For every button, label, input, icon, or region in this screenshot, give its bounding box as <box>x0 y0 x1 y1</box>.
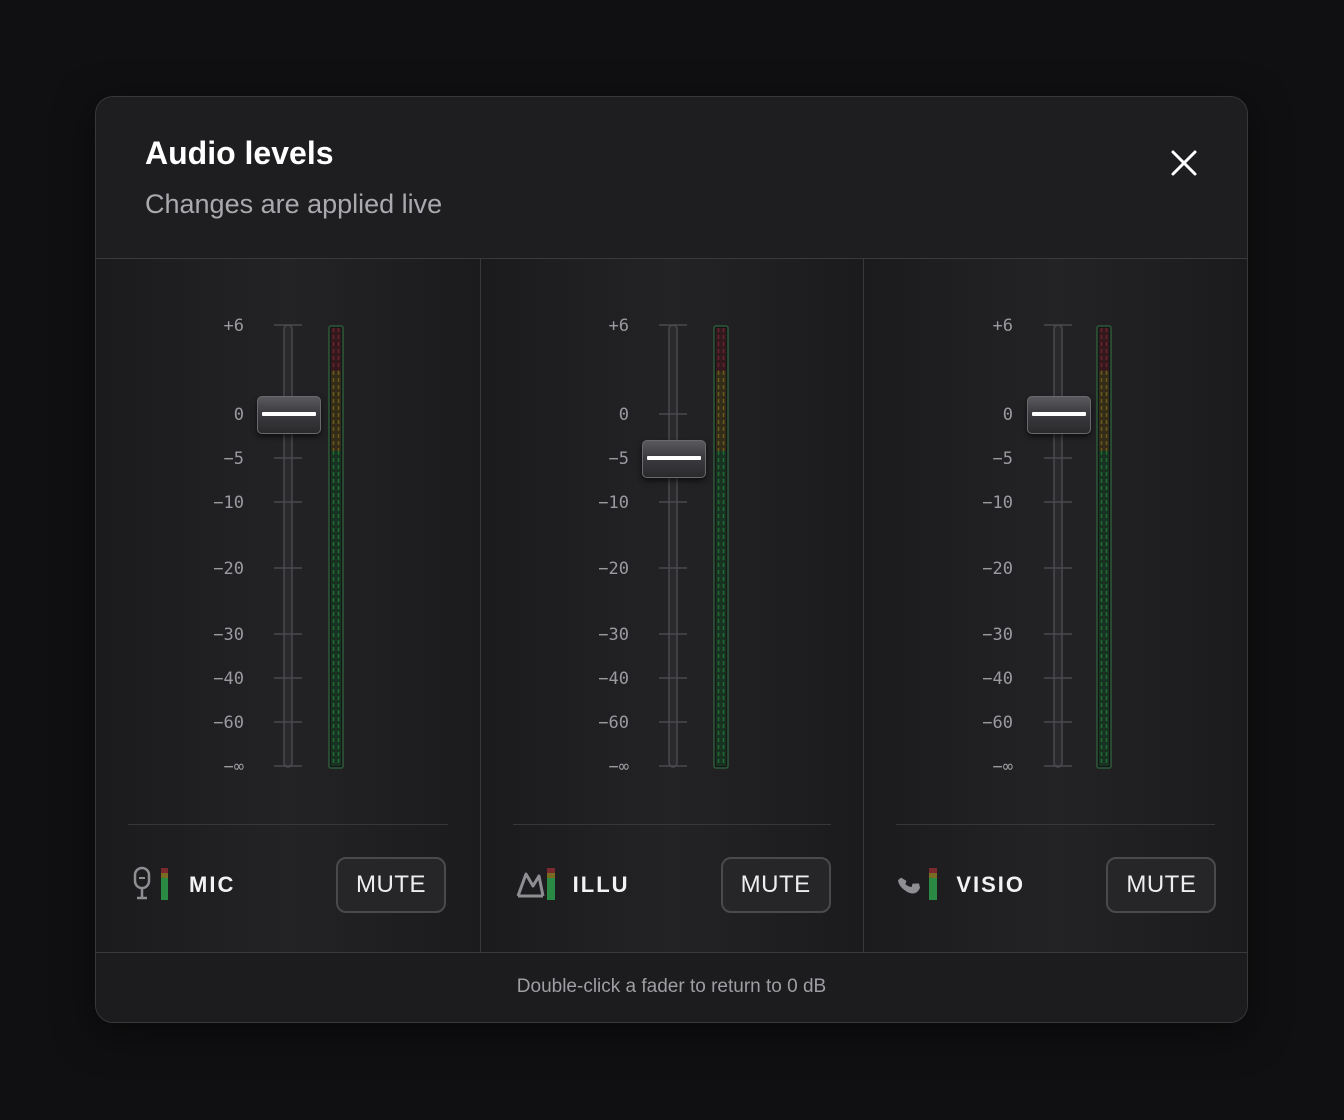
meter-segment <box>331 451 341 766</box>
channel-strip-illu: +6 0 −5 −10 −20 −30 −40 −60 −∞ ILLU MUTE <box>479 259 864 952</box>
meter-segment <box>331 371 341 451</box>
scale-label: −60 <box>598 713 629 733</box>
scale-label: −30 <box>598 625 629 645</box>
fader-track[interactable] <box>667 324 678 768</box>
channel-strip-visio: +6 0 −5 −10 −20 −30 −40 −60 −∞ VISIO MUTE <box>863 259 1247 952</box>
scale-label: −5 <box>608 449 628 469</box>
scale-label: −5 <box>993 449 1013 469</box>
meter-segment <box>1099 371 1110 451</box>
dialog-title: Audio levels <box>145 135 334 171</box>
scale-label: −30 <box>983 625 1014 645</box>
scale-label: +6 <box>224 316 244 336</box>
dialog-header: Audio levels Changes are applied live <box>96 97 1247 259</box>
scale-label: −60 <box>213 713 244 733</box>
scale-label: −40 <box>598 669 629 689</box>
mute-button-illu[interactable]: MUTE <box>720 857 831 913</box>
scale-label: −40 <box>213 669 244 689</box>
scale-label: −30 <box>213 625 244 645</box>
scale-label: −∞ <box>993 757 1013 777</box>
meter-segment <box>331 328 341 371</box>
channel-label: MIC <box>189 872 236 897</box>
scale-label: −60 <box>983 713 1014 733</box>
channel-strips: +6 0 −5 −10 −20 −30 −40 −60 −∞ MIC MUTE +6 0 −5 −10… <box>96 259 1247 952</box>
scale-label: −∞ <box>608 757 628 777</box>
scale-label: −20 <box>598 559 629 579</box>
mute-button-visio[interactable]: MUTE <box>1106 857 1217 913</box>
fader-track[interactable] <box>283 324 293 768</box>
fader-scale: +6 0 −5 −10 −20 −30 −40 −60 −∞ <box>598 316 729 777</box>
scale-label: −20 <box>983 559 1014 579</box>
fader-knob[interactable] <box>1027 396 1092 434</box>
scale-label: +6 <box>993 316 1013 336</box>
close-button[interactable] <box>1164 143 1204 183</box>
divider <box>512 824 832 825</box>
scale-label: −10 <box>598 493 629 513</box>
scale-label: −40 <box>983 669 1014 689</box>
fader-scale: +6 0 −5 −10 −20 −30 −40 −60 −∞ <box>213 316 344 777</box>
meter-segment <box>715 371 726 451</box>
fader-scale: +6 0 −5 −10 −20 −30 −40 −60 −∞ <box>983 316 1113 777</box>
divider <box>896 824 1216 825</box>
channel-label: ILLU <box>572 872 630 897</box>
channel-strip-mic: +6 0 −5 −10 −20 −30 −40 −60 −∞ MIC MUTE <box>96 259 480 952</box>
mute-button-mic[interactable]: MUTE <box>336 857 446 913</box>
close-icon <box>1171 150 1197 176</box>
fader-knob[interactable] <box>641 440 706 478</box>
meter-segment <box>715 328 726 371</box>
audio-levels-dialog: Audio levels Changes are applied live +6… <box>95 96 1248 1023</box>
scale-label: −10 <box>983 493 1014 513</box>
fader-track[interactable] <box>1053 324 1064 768</box>
divider <box>128 824 448 825</box>
scale-label: +6 <box>608 316 628 336</box>
scale-label: 0 <box>1003 405 1013 425</box>
scale-label: −20 <box>213 559 244 579</box>
meter-segment <box>1099 328 1110 371</box>
channel-label: VISIO <box>956 872 1026 897</box>
footer-hint: Double-click a fader to return to 0 dB <box>516 976 827 997</box>
scale-label: 0 <box>618 405 628 425</box>
microphone-icon <box>133 866 168 900</box>
scale-label: −10 <box>213 493 244 513</box>
scale-label: −∞ <box>224 757 244 777</box>
mountain-icon <box>516 868 555 900</box>
dialog-footer: Double-click a fader to return to 0 dB <box>96 952 1247 1022</box>
scale-label: 0 <box>234 405 244 425</box>
meter-segment <box>715 451 726 766</box>
fader-knob[interactable] <box>257 396 321 434</box>
meter-segment <box>1099 451 1110 766</box>
dialog-subtitle: Changes are applied live <box>145 189 443 219</box>
scale-label: −5 <box>224 449 244 469</box>
phone-icon <box>898 868 938 900</box>
